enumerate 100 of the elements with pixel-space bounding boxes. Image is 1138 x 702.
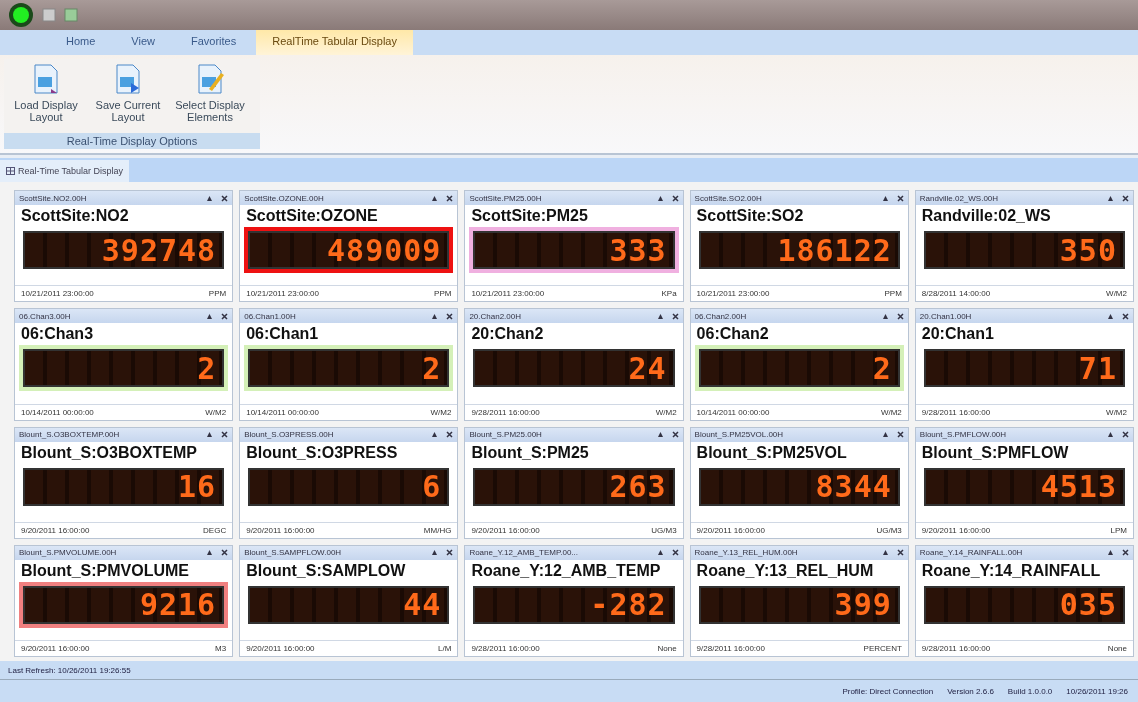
timestamp: 9/20/2011 16:00:00: [246, 644, 315, 653]
close-icon[interactable]: [671, 549, 679, 557]
tile-title: 06:Chan1: [245, 324, 320, 345]
document-icon: [113, 63, 143, 95]
close-icon[interactable]: [896, 549, 904, 557]
close-icon[interactable]: [671, 431, 679, 438]
timestamp: 9/20/2011 16:00:00: [471, 525, 540, 535]
unit-label: PPM: [434, 289, 452, 299]
tile-title: 06:Chan3: [20, 324, 95, 345]
tile-title: Randville:02_WS: [920, 206, 1052, 226]
tile-title: Blount_S:SAMPLOW: [245, 560, 407, 581]
unit-label: MM/HG: [423, 525, 452, 535]
tile-title: Blount_S:PM25: [470, 442, 590, 463]
tile-title: 20:Chan2: [470, 324, 545, 345]
led-display: 8344: [698, 467, 900, 506]
led-display: 489009: [248, 231, 450, 269]
close-icon[interactable]: [671, 312, 679, 320]
status-text: 10/26/2011 19:26: [1066, 686, 1128, 696]
tile-title: ScottSite:PM25: [470, 206, 589, 226]
unit-label: W/M2: [430, 407, 452, 417]
tile-title: Roane_Y:13_REL_HUM: [695, 560, 875, 581]
unit-label: W/M2: [880, 407, 902, 417]
close-icon[interactable]: [1122, 431, 1129, 438]
timestamp: 10/14/2011 00:00:00: [246, 407, 319, 417]
unit-label: M3: [215, 644, 227, 653]
led-display: 2: [23, 349, 225, 388]
tile-title: 20:Chan1: [920, 324, 995, 345]
tile-title: Roane_Y:14_RAINFALL: [920, 560, 1102, 581]
grid-icon: [6, 167, 15, 175]
ribbon-tab[interactable]: Favorites: [175, 30, 253, 55]
timestamp: 9/20/2011 16:00:00: [21, 525, 90, 535]
ribbon-tab[interactable]: Home: [50, 30, 112, 55]
timestamp: 9/20/2011 16:00:00: [696, 525, 765, 535]
led-display: 2: [248, 349, 450, 388]
timestamp: 9/28/2011 16:00:00: [471, 644, 540, 653]
status-text: Build 1.0.0.0: [1007, 686, 1053, 696]
ribbon-button[interactable]: Load Display Layout: [8, 63, 84, 129]
close-icon[interactable]: [221, 194, 229, 202]
ribbon-tab[interactable]: RealTime Tabular Display: [256, 30, 413, 55]
status-text: Version 2.6.6: [947, 686, 994, 696]
status-text: Profile: Direct Connection: [842, 686, 934, 696]
document-tab[interactable]: Real-Time Tabular Display: [0, 160, 130, 182]
led-display: 6: [248, 467, 450, 506]
timestamp: 10/14/2011 00:00:00: [696, 407, 770, 417]
led-display: 71: [923, 349, 1125, 388]
led-display: 4513: [923, 467, 1125, 506]
unit-label: PPM: [884, 289, 902, 299]
close-icon[interactable]: [896, 431, 904, 438]
timestamp: 8/28/2011 14:00:00: [921, 289, 991, 299]
unit-label: W/M2: [205, 407, 227, 417]
close-icon[interactable]: [221, 312, 229, 320]
close-icon[interactable]: [896, 194, 904, 202]
timestamp: 9/28/2011 16:00:00: [471, 407, 540, 417]
close-icon[interactable]: [1122, 549, 1129, 557]
close-icon[interactable]: [221, 549, 229, 557]
tile-title: Blount_S:O3PRESS: [245, 442, 399, 463]
unit-label: UG/M3: [876, 525, 902, 535]
tile-title: Blount_S:PM25VOL: [695, 442, 848, 463]
document-icon: [31, 63, 61, 95]
led-display: 24: [473, 349, 675, 388]
timestamp: 10/21/2011 23:00:00: [696, 289, 770, 299]
document-icon: [195, 63, 225, 95]
close-icon[interactable]: [1122, 312, 1129, 320]
led-display: 186122: [698, 231, 900, 269]
led-display: 16: [23, 467, 225, 506]
tile-title: Blount_S:PMFLOW: [920, 442, 1070, 463]
led-display: 263: [473, 467, 675, 506]
unit-label: LPM: [1110, 525, 1127, 535]
close-icon[interactable]: [446, 194, 454, 202]
tile-title: ScottSite:SO2: [695, 206, 805, 226]
app-logo-icon: [8, 2, 34, 28]
timestamp: 10/21/2011 23:00:00: [21, 289, 94, 299]
close-icon[interactable]: [221, 431, 229, 438]
close-icon[interactable]: [446, 549, 454, 557]
ribbon-button[interactable]: Select Display Elements: [172, 63, 248, 129]
led-display: 44: [248, 585, 450, 624]
tile-title: 06:Chan2: [695, 324, 770, 345]
tile-title: Blount_S:O3BOXTEMP: [20, 442, 198, 463]
timestamp: 9/20/2011 16:00:00: [921, 525, 991, 535]
tile-title: Blount_S:PMVOLUME: [20, 560, 190, 581]
close-icon[interactable]: [1122, 194, 1129, 202]
unit-label: L/M: [438, 644, 452, 653]
timestamp: 9/20/2011 16:00:00: [246, 525, 315, 535]
timestamp: 10/14/2011 00:00:00: [21, 407, 94, 417]
ribbon-button[interactable]: Save Current Layout: [90, 63, 166, 129]
close-icon[interactable]: [671, 194, 679, 202]
group-label: Real-Time Display Options: [4, 133, 260, 149]
close-icon[interactable]: [446, 312, 454, 320]
unit-label: DEGC: [203, 525, 227, 535]
close-icon[interactable]: [446, 431, 454, 438]
led-display: 333: [473, 231, 675, 269]
led-display: 392748: [23, 231, 225, 269]
led-display: 2: [698, 349, 900, 388]
ribbon-tab[interactable]: View: [115, 30, 171, 55]
close-icon[interactable]: [896, 312, 904, 320]
led-display: 9216: [23, 585, 225, 624]
tile-title: ScottSite:NO2: [20, 206, 130, 226]
tile-title: Roane_Y:12_AMB_TEMP: [470, 560, 662, 581]
unit-label: KPa: [661, 289, 677, 299]
unit-label: None: [657, 644, 677, 653]
